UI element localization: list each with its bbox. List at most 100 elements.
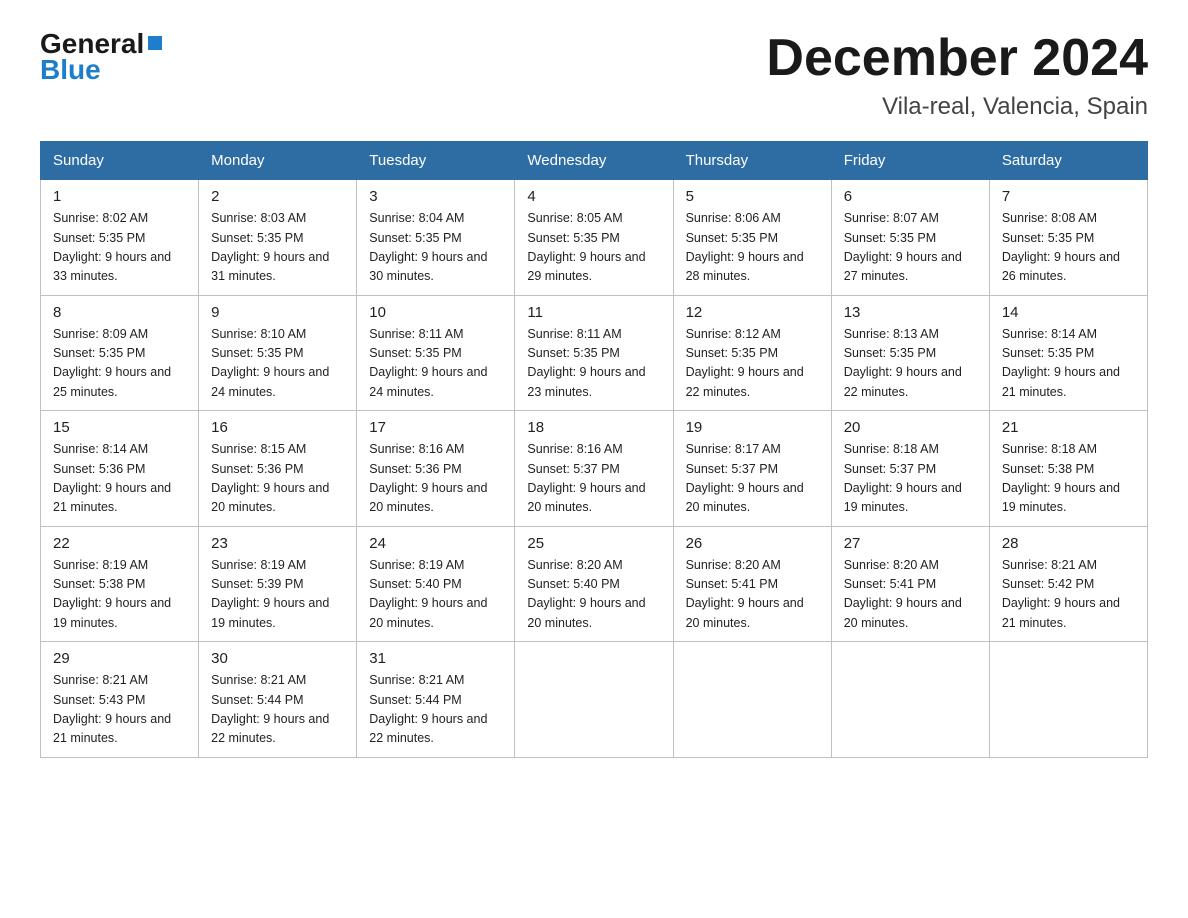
calendar-week-row: 15 Sunrise: 8:14 AMSunset: 5:36 PMDaylig… [41, 411, 1148, 527]
col-tuesday: Tuesday [357, 142, 515, 180]
day-number: 22 [53, 535, 186, 552]
day-number: 3 [369, 188, 502, 205]
calendar-header-row: Sunday Monday Tuesday Wednesday Thursday… [41, 142, 1148, 180]
day-number: 25 [527, 535, 660, 552]
table-row: 10 Sunrise: 8:11 AMSunset: 5:35 PMDaylig… [357, 295, 515, 411]
day-number: 10 [369, 304, 502, 321]
day-info: Sunrise: 8:16 AMSunset: 5:36 PMDaylight:… [369, 440, 502, 518]
table-row: 29 Sunrise: 8:21 AMSunset: 5:43 PMDaylig… [41, 642, 199, 758]
day-info: Sunrise: 8:05 AMSunset: 5:35 PMDaylight:… [527, 209, 660, 287]
table-row: 25 Sunrise: 8:20 AMSunset: 5:40 PMDaylig… [515, 526, 673, 642]
logo-arrow-icon [148, 36, 162, 50]
day-info: Sunrise: 8:15 AMSunset: 5:36 PMDaylight:… [211, 440, 344, 518]
table-row [831, 642, 989, 758]
day-number: 14 [1002, 304, 1135, 321]
calendar-week-row: 29 Sunrise: 8:21 AMSunset: 5:43 PMDaylig… [41, 642, 1148, 758]
day-info: Sunrise: 8:04 AMSunset: 5:35 PMDaylight:… [369, 209, 502, 287]
calendar-week-row: 8 Sunrise: 8:09 AMSunset: 5:35 PMDayligh… [41, 295, 1148, 411]
day-number: 23 [211, 535, 344, 552]
table-row: 17 Sunrise: 8:16 AMSunset: 5:36 PMDaylig… [357, 411, 515, 527]
table-row: 21 Sunrise: 8:18 AMSunset: 5:38 PMDaylig… [989, 411, 1147, 527]
day-info: Sunrise: 8:19 AMSunset: 5:39 PMDaylight:… [211, 556, 344, 634]
page-title: December 2024 [766, 30, 1148, 87]
day-number: 30 [211, 650, 344, 667]
day-number: 6 [844, 188, 977, 205]
table-row: 19 Sunrise: 8:17 AMSunset: 5:37 PMDaylig… [673, 411, 831, 527]
calendar-table: Sunday Monday Tuesday Wednesday Thursday… [40, 141, 1148, 758]
table-row: 8 Sunrise: 8:09 AMSunset: 5:35 PMDayligh… [41, 295, 199, 411]
day-number: 28 [1002, 535, 1135, 552]
day-number: 4 [527, 188, 660, 205]
table-row [989, 642, 1147, 758]
table-row: 23 Sunrise: 8:19 AMSunset: 5:39 PMDaylig… [199, 526, 357, 642]
page-header: General Blue December 2024 Vila-real, Va… [40, 30, 1148, 121]
table-row: 30 Sunrise: 8:21 AMSunset: 5:44 PMDaylig… [199, 642, 357, 758]
day-info: Sunrise: 8:10 AMSunset: 5:35 PMDaylight:… [211, 325, 344, 403]
calendar-week-row: 22 Sunrise: 8:19 AMSunset: 5:38 PMDaylig… [41, 526, 1148, 642]
table-row: 4 Sunrise: 8:05 AMSunset: 5:35 PMDayligh… [515, 180, 673, 296]
day-info: Sunrise: 8:19 AMSunset: 5:40 PMDaylight:… [369, 556, 502, 634]
table-row: 26 Sunrise: 8:20 AMSunset: 5:41 PMDaylig… [673, 526, 831, 642]
day-info: Sunrise: 8:18 AMSunset: 5:37 PMDaylight:… [844, 440, 977, 518]
logo-blue-text: Blue [40, 56, 162, 84]
day-number: 24 [369, 535, 502, 552]
day-info: Sunrise: 8:14 AMSunset: 5:36 PMDaylight:… [53, 440, 186, 518]
day-info: Sunrise: 8:21 AMSunset: 5:43 PMDaylight:… [53, 671, 186, 749]
day-number: 9 [211, 304, 344, 321]
day-number: 5 [686, 188, 819, 205]
col-monday: Monday [199, 142, 357, 180]
table-row: 9 Sunrise: 8:10 AMSunset: 5:35 PMDayligh… [199, 295, 357, 411]
table-row: 22 Sunrise: 8:19 AMSunset: 5:38 PMDaylig… [41, 526, 199, 642]
table-row [515, 642, 673, 758]
table-row: 14 Sunrise: 8:14 AMSunset: 5:35 PMDaylig… [989, 295, 1147, 411]
day-info: Sunrise: 8:17 AMSunset: 5:37 PMDaylight:… [686, 440, 819, 518]
day-number: 27 [844, 535, 977, 552]
calendar-week-row: 1 Sunrise: 8:02 AMSunset: 5:35 PMDayligh… [41, 180, 1148, 296]
table-row: 5 Sunrise: 8:06 AMSunset: 5:35 PMDayligh… [673, 180, 831, 296]
day-info: Sunrise: 8:21 AMSunset: 5:42 PMDaylight:… [1002, 556, 1135, 634]
day-info: Sunrise: 8:21 AMSunset: 5:44 PMDaylight:… [369, 671, 502, 749]
col-thursday: Thursday [673, 142, 831, 180]
day-info: Sunrise: 8:06 AMSunset: 5:35 PMDaylight:… [686, 209, 819, 287]
col-saturday: Saturday [989, 142, 1147, 180]
day-info: Sunrise: 8:13 AMSunset: 5:35 PMDaylight:… [844, 325, 977, 403]
table-row: 12 Sunrise: 8:12 AMSunset: 5:35 PMDaylig… [673, 295, 831, 411]
table-row: 24 Sunrise: 8:19 AMSunset: 5:40 PMDaylig… [357, 526, 515, 642]
day-number: 2 [211, 188, 344, 205]
table-row: 15 Sunrise: 8:14 AMSunset: 5:36 PMDaylig… [41, 411, 199, 527]
day-info: Sunrise: 8:03 AMSunset: 5:35 PMDaylight:… [211, 209, 344, 287]
table-row: 13 Sunrise: 8:13 AMSunset: 5:35 PMDaylig… [831, 295, 989, 411]
table-row: 20 Sunrise: 8:18 AMSunset: 5:37 PMDaylig… [831, 411, 989, 527]
table-row: 7 Sunrise: 8:08 AMSunset: 5:35 PMDayligh… [989, 180, 1147, 296]
day-number: 13 [844, 304, 977, 321]
title-block: December 2024 Vila-real, Valencia, Spain [766, 30, 1148, 121]
day-number: 11 [527, 304, 660, 321]
day-info: Sunrise: 8:02 AMSunset: 5:35 PMDaylight:… [53, 209, 186, 287]
day-info: Sunrise: 8:14 AMSunset: 5:35 PMDaylight:… [1002, 325, 1135, 403]
day-info: Sunrise: 8:09 AMSunset: 5:35 PMDaylight:… [53, 325, 186, 403]
day-info: Sunrise: 8:07 AMSunset: 5:35 PMDaylight:… [844, 209, 977, 287]
day-info: Sunrise: 8:11 AMSunset: 5:35 PMDaylight:… [527, 325, 660, 403]
table-row [673, 642, 831, 758]
table-row: 6 Sunrise: 8:07 AMSunset: 5:35 PMDayligh… [831, 180, 989, 296]
day-info: Sunrise: 8:21 AMSunset: 5:44 PMDaylight:… [211, 671, 344, 749]
day-number: 21 [1002, 419, 1135, 436]
day-number: 15 [53, 419, 186, 436]
day-info: Sunrise: 8:08 AMSunset: 5:35 PMDaylight:… [1002, 209, 1135, 287]
col-wednesday: Wednesday [515, 142, 673, 180]
day-info: Sunrise: 8:19 AMSunset: 5:38 PMDaylight:… [53, 556, 186, 634]
day-number: 16 [211, 419, 344, 436]
table-row: 31 Sunrise: 8:21 AMSunset: 5:44 PMDaylig… [357, 642, 515, 758]
day-number: 8 [53, 304, 186, 321]
day-info: Sunrise: 8:20 AMSunset: 5:40 PMDaylight:… [527, 556, 660, 634]
logo: General Blue [40, 30, 162, 84]
day-number: 1 [53, 188, 186, 205]
day-info: Sunrise: 8:12 AMSunset: 5:35 PMDaylight:… [686, 325, 819, 403]
page-subtitle: Vila-real, Valencia, Spain [766, 93, 1148, 121]
day-info: Sunrise: 8:16 AMSunset: 5:37 PMDaylight:… [527, 440, 660, 518]
day-number: 12 [686, 304, 819, 321]
day-info: Sunrise: 8:20 AMSunset: 5:41 PMDaylight:… [686, 556, 819, 634]
day-number: 26 [686, 535, 819, 552]
day-number: 20 [844, 419, 977, 436]
table-row: 1 Sunrise: 8:02 AMSunset: 5:35 PMDayligh… [41, 180, 199, 296]
